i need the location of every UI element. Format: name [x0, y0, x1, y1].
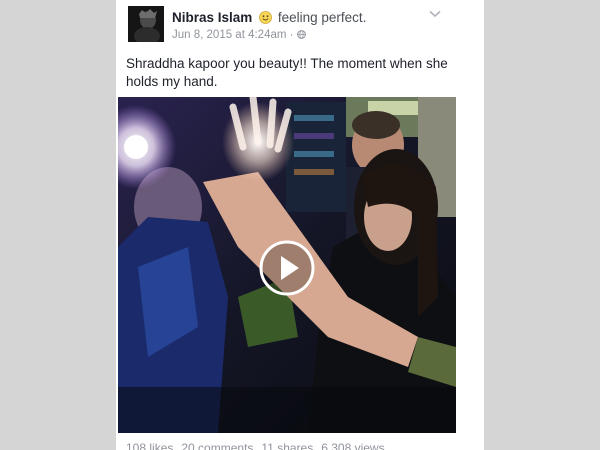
post-timestamp[interactable]: Jun 8, 2015 at 4:24am	[172, 29, 286, 41]
smiling-face-emoji-icon	[259, 11, 272, 24]
post-card: Nibras Islam feeling perfect. Jun 8, 201…	[116, 0, 484, 450]
comments-count[interactable]: 20 comments	[181, 441, 253, 450]
author-name[interactable]: Nibras Islam	[172, 10, 252, 25]
author-line: Nibras Islam feeling perfect.	[172, 9, 366, 27]
meta-separator: ·	[289, 29, 294, 41]
shares-count[interactable]: 11 shares	[261, 441, 313, 450]
video-player[interactable]	[118, 97, 456, 433]
play-icon[interactable]	[259, 240, 315, 296]
views-count: 6,308 views	[321, 441, 385, 450]
post-text: Shraddha kapoor you beauty!! The moment …	[126, 56, 448, 89]
post-stats: 108 likes 20 comments 11 shares 6,308 views	[126, 441, 393, 450]
avatar[interactable]	[128, 6, 164, 42]
post-meta: Jun 8, 2015 at 4:24am ·	[172, 28, 306, 42]
chevron-down-icon[interactable]	[428, 6, 442, 18]
likes-count[interactable]: 108 likes	[126, 441, 173, 450]
feeling-text[interactable]: feeling perfect.	[278, 10, 367, 25]
globe-icon	[296, 29, 306, 39]
